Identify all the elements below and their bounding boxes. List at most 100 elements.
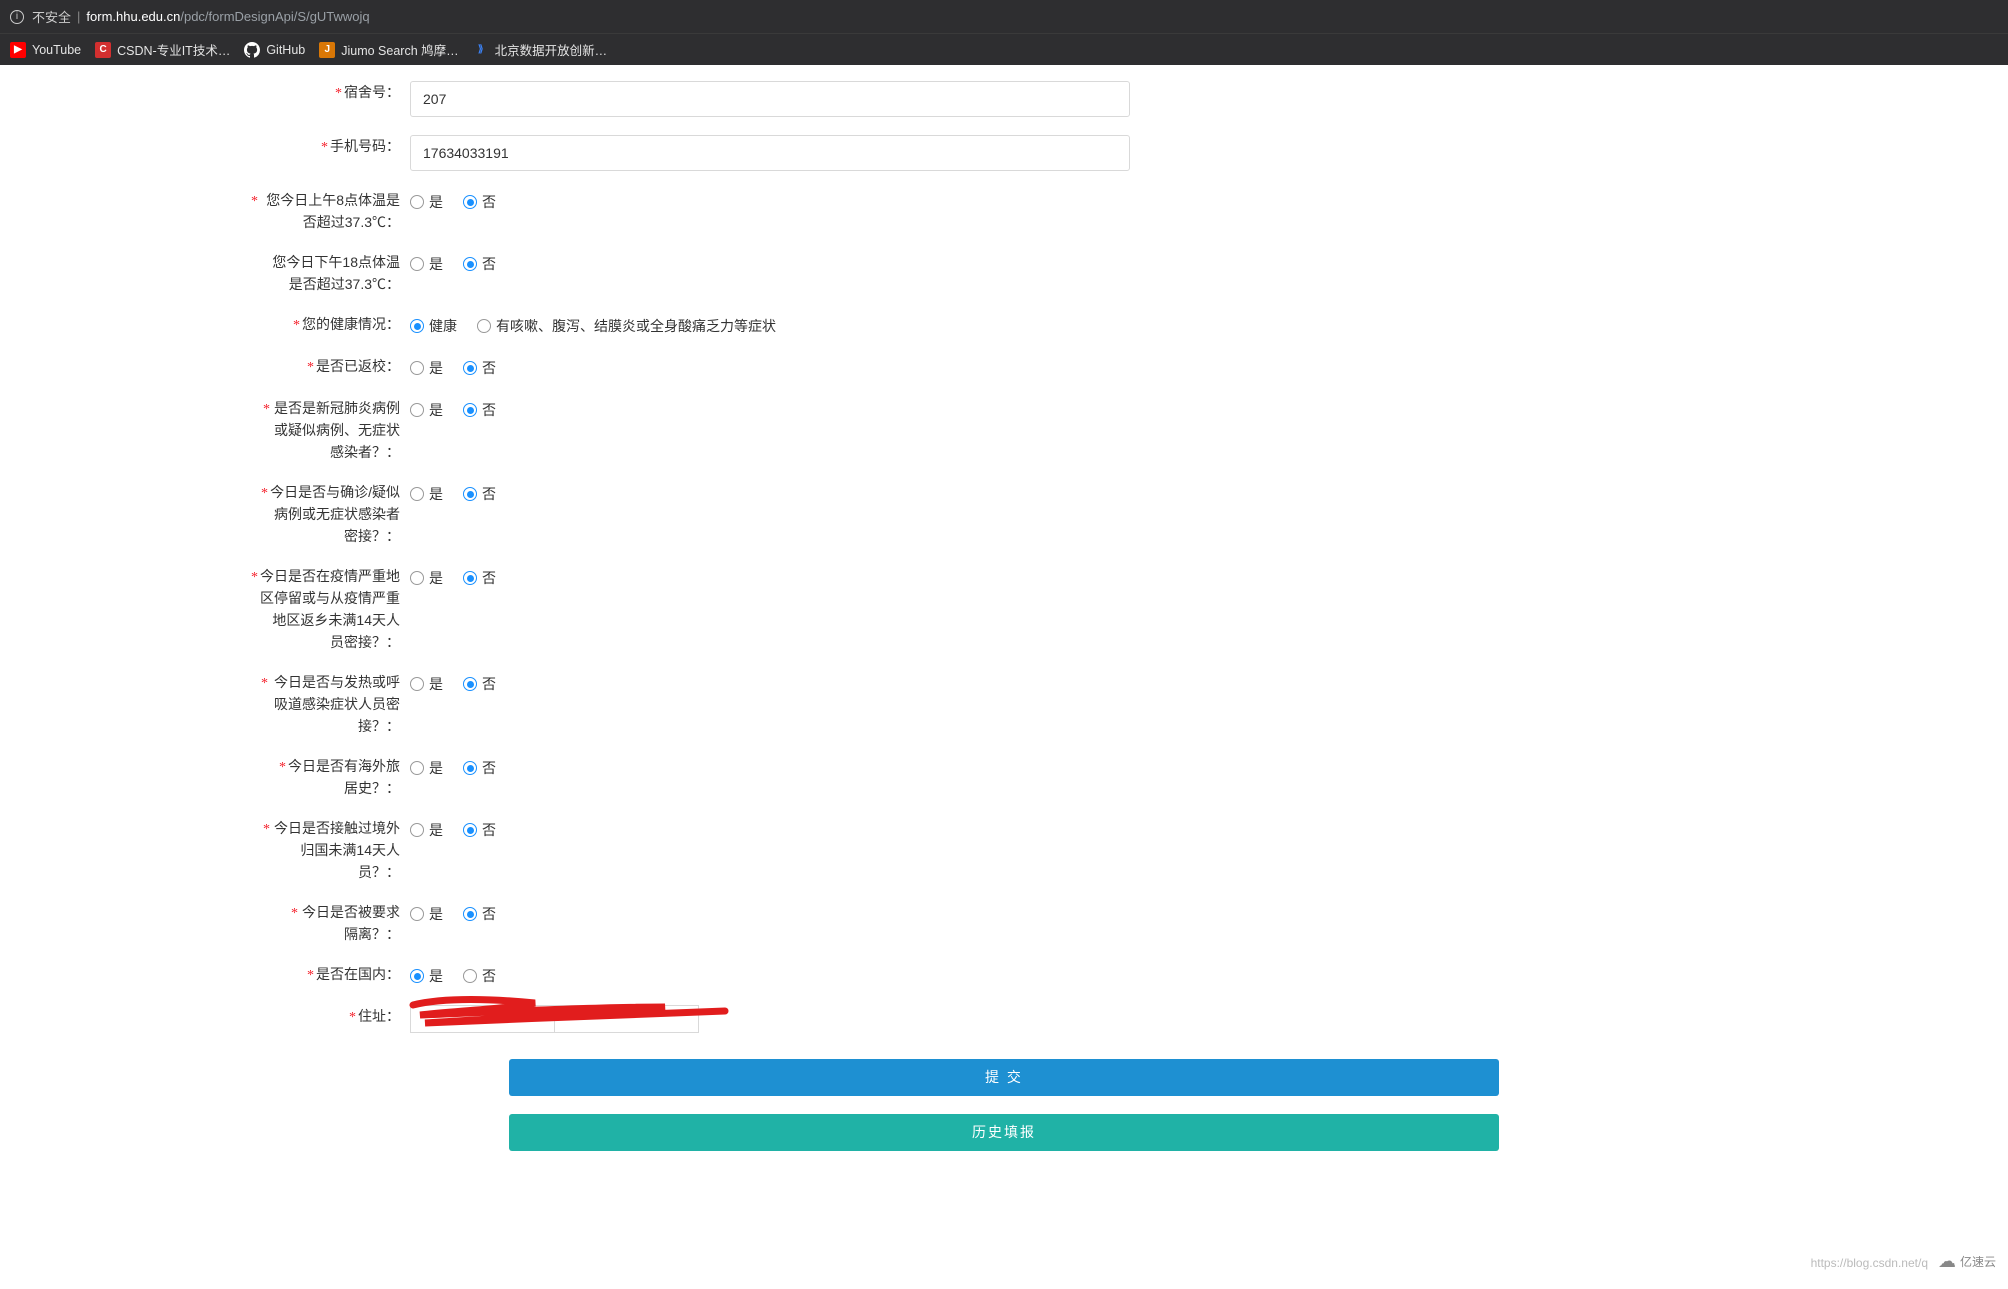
radio-label: 是 [429, 674, 443, 694]
address-bar: i 不安全 | form.hhu.edu.cn/pdc/formDesignAp… [0, 0, 2008, 33]
radio-yes[interactable]: 是 [410, 192, 443, 212]
youtube-icon: ▶ [10, 42, 26, 58]
row-dorm: *宿舍号： [0, 75, 2008, 123]
label-fever-contact: 今日是否与发热或呼吸道感染症状人员密接？： [270, 671, 400, 737]
bookmark-beijing[interactable]: ⟫北京数据开放创新… [473, 40, 608, 59]
radio-label: 否 [482, 758, 496, 778]
radio-label: 否 [482, 904, 496, 924]
radio-yes[interactable]: 是 [410, 758, 443, 778]
row-overseas: *今日是否有海外旅居史？： 是 否 [0, 749, 2008, 805]
label-epidemic-area: 今日是否在疫情严重地区停留或与从疫情严重地区返乡未满14天人员密接？： [260, 565, 400, 653]
row-in-china: *是否在国内： 是 否 [0, 957, 2008, 993]
label-contact-confirmed: 今日是否与确诊/疑似病例或无症状感染者密接？： [270, 481, 400, 547]
radio-label: 否 [482, 568, 496, 588]
row-health: *您的健康情况： 健康 有咳嗽、腹泻、结膜炎或全身酸痛乏力等症状 [0, 307, 2008, 343]
info-icon[interactable]: i [10, 10, 24, 24]
phone-input[interactable] [410, 135, 1130, 171]
redaction-scribble-icon [405, 993, 745, 1033]
radio-label: 否 [482, 254, 496, 274]
radio-yes[interactable]: 是 [410, 820, 443, 840]
radio-no[interactable]: 否 [463, 820, 496, 840]
radio-no[interactable]: 否 [463, 400, 496, 420]
radio-label: 否 [482, 400, 496, 420]
radio-label: 否 [482, 820, 496, 840]
radio-no[interactable]: 否 [463, 192, 496, 212]
bookmark-jiumo[interactable]: JJiumo Search 鸠摩… [319, 40, 458, 59]
label-temp-pm: 您今日下午18点体温是否超过37.3℃： [260, 251, 400, 295]
bookmark-youtube[interactable]: ▶ YouTube [10, 42, 81, 58]
radio-label: 否 [482, 192, 496, 212]
radio-label: 是 [429, 904, 443, 924]
row-temp-am: *您今日上午8点体温是否超过37.3℃： 是 否 [0, 183, 2008, 239]
watermark-text: https://blog.csdn.net/q [1811, 1256, 1928, 1270]
label-quarantine: 今日是否被要求隔离？： [300, 901, 400, 945]
bookmark-github[interactable]: GitHub [244, 42, 305, 58]
radio-healthy[interactable]: 健康 [410, 316, 457, 336]
bookmark-bar: ▶ YouTube C CSDN-专业IT技术… GitHub JJiumo Sea… [0, 33, 2008, 65]
label-phone: 手机号码： [330, 138, 400, 154]
label-temp-am: 您今日上午8点体温是否超过37.3℃： [260, 189, 400, 233]
radio-yes[interactable]: 是 [410, 568, 443, 588]
radio-label: 是 [429, 820, 443, 840]
radio-label: 否 [482, 674, 496, 694]
radio-symptoms[interactable]: 有咳嗽、腹泻、结膜炎或全身酸痛乏力等症状 [477, 316, 776, 336]
row-fever-contact: *今日是否与发热或呼吸道感染症状人员密接？： 是 否 [0, 665, 2008, 743]
radio-yes[interactable]: 是 [410, 904, 443, 924]
bookmark-label: YouTube [32, 43, 81, 57]
radio-yes[interactable]: 是 [410, 674, 443, 694]
security-label: 不安全 [32, 7, 71, 26]
label-address: 住址： [358, 1008, 400, 1024]
radio-label: 有咳嗽、腹泻、结膜炎或全身酸痛乏力等症状 [496, 316, 776, 336]
radio-label: 健康 [429, 316, 457, 336]
radio-label: 否 [482, 358, 496, 378]
label-covid-case: 是否是新冠肺炎病例或疑似病例、无症状感染者？： [272, 397, 400, 463]
row-quarantine: *今日是否被要求隔离？： 是 否 [0, 895, 2008, 951]
row-covid-case: *是否是新冠肺炎病例或疑似病例、无症状感染者？： 是 否 [0, 391, 2008, 469]
label-overseas-return: 今日是否接触过境外归国未满14天人员？： [272, 817, 400, 883]
row-phone: *手机号码： [0, 129, 2008, 177]
bookmark-csdn[interactable]: C CSDN-专业IT技术… [95, 40, 230, 59]
radio-label: 否 [482, 966, 496, 986]
radio-no[interactable]: 否 [463, 254, 496, 274]
radio-yes[interactable]: 是 [410, 966, 443, 986]
history-button[interactable]: 历史填报 [509, 1114, 1499, 1151]
jiumo-icon: J [319, 42, 335, 58]
radio-label: 是 [429, 254, 443, 274]
row-contact-confirmed: *今日是否与确诊/疑似病例或无症状感染者密接？： 是 否 [0, 475, 2008, 553]
brand-label: 亿速云 [1960, 1253, 1996, 1270]
radio-no[interactable]: 否 [463, 568, 496, 588]
bookmark-label: GitHub [266, 43, 305, 57]
form-page: *宿舍号： *手机号码： *您今日上午8点体温是否超过37.3℃： 是 否 您今… [0, 65, 2008, 1289]
url-path: /pdc/formDesignApi/S/gUTwwojq [180, 9, 369, 24]
radio-no[interactable]: 否 [463, 484, 496, 504]
radio-label: 是 [429, 966, 443, 986]
radio-yes[interactable]: 是 [410, 358, 443, 378]
label-return: 是否已返校： [316, 358, 400, 374]
row-temp-pm: 您今日下午18点体温是否超过37.3℃： 是 否 [0, 245, 2008, 301]
radio-no[interactable]: 否 [463, 358, 496, 378]
label-dorm: 宿舍号： [344, 84, 400, 100]
beijing-icon: ⟫ [473, 42, 489, 58]
csdn-icon: C [95, 42, 111, 58]
radio-no[interactable]: 否 [463, 904, 496, 924]
brand-icon: ☁ [1938, 1251, 1956, 1272]
radio-label: 是 [429, 484, 443, 504]
url-host: form.hhu.edu.cn [86, 9, 180, 24]
radio-no[interactable]: 否 [463, 966, 496, 986]
submit-button[interactable]: 提 交 [509, 1059, 1499, 1096]
radio-no[interactable]: 否 [463, 758, 496, 778]
row-address: *住址： [0, 999, 2008, 1039]
radio-yes[interactable]: 是 [410, 254, 443, 274]
brand-badge: ☁亿速云 [1938, 1251, 1996, 1272]
radio-no[interactable]: 否 [463, 674, 496, 694]
github-icon [244, 42, 260, 58]
label-overseas: 今日是否有海外旅居史？： [288, 755, 400, 799]
label-health: 您的健康情况： [302, 316, 400, 332]
row-overseas-return: *今日是否接触过境外归国未满14天人员？： 是 否 [0, 811, 2008, 889]
radio-yes[interactable]: 是 [410, 400, 443, 420]
radio-label: 是 [429, 758, 443, 778]
label-in-china: 是否在国内： [316, 966, 400, 982]
radio-yes[interactable]: 是 [410, 484, 443, 504]
bookmark-label: CSDN-专业IT技术… [117, 40, 230, 59]
dorm-input[interactable] [410, 81, 1130, 117]
